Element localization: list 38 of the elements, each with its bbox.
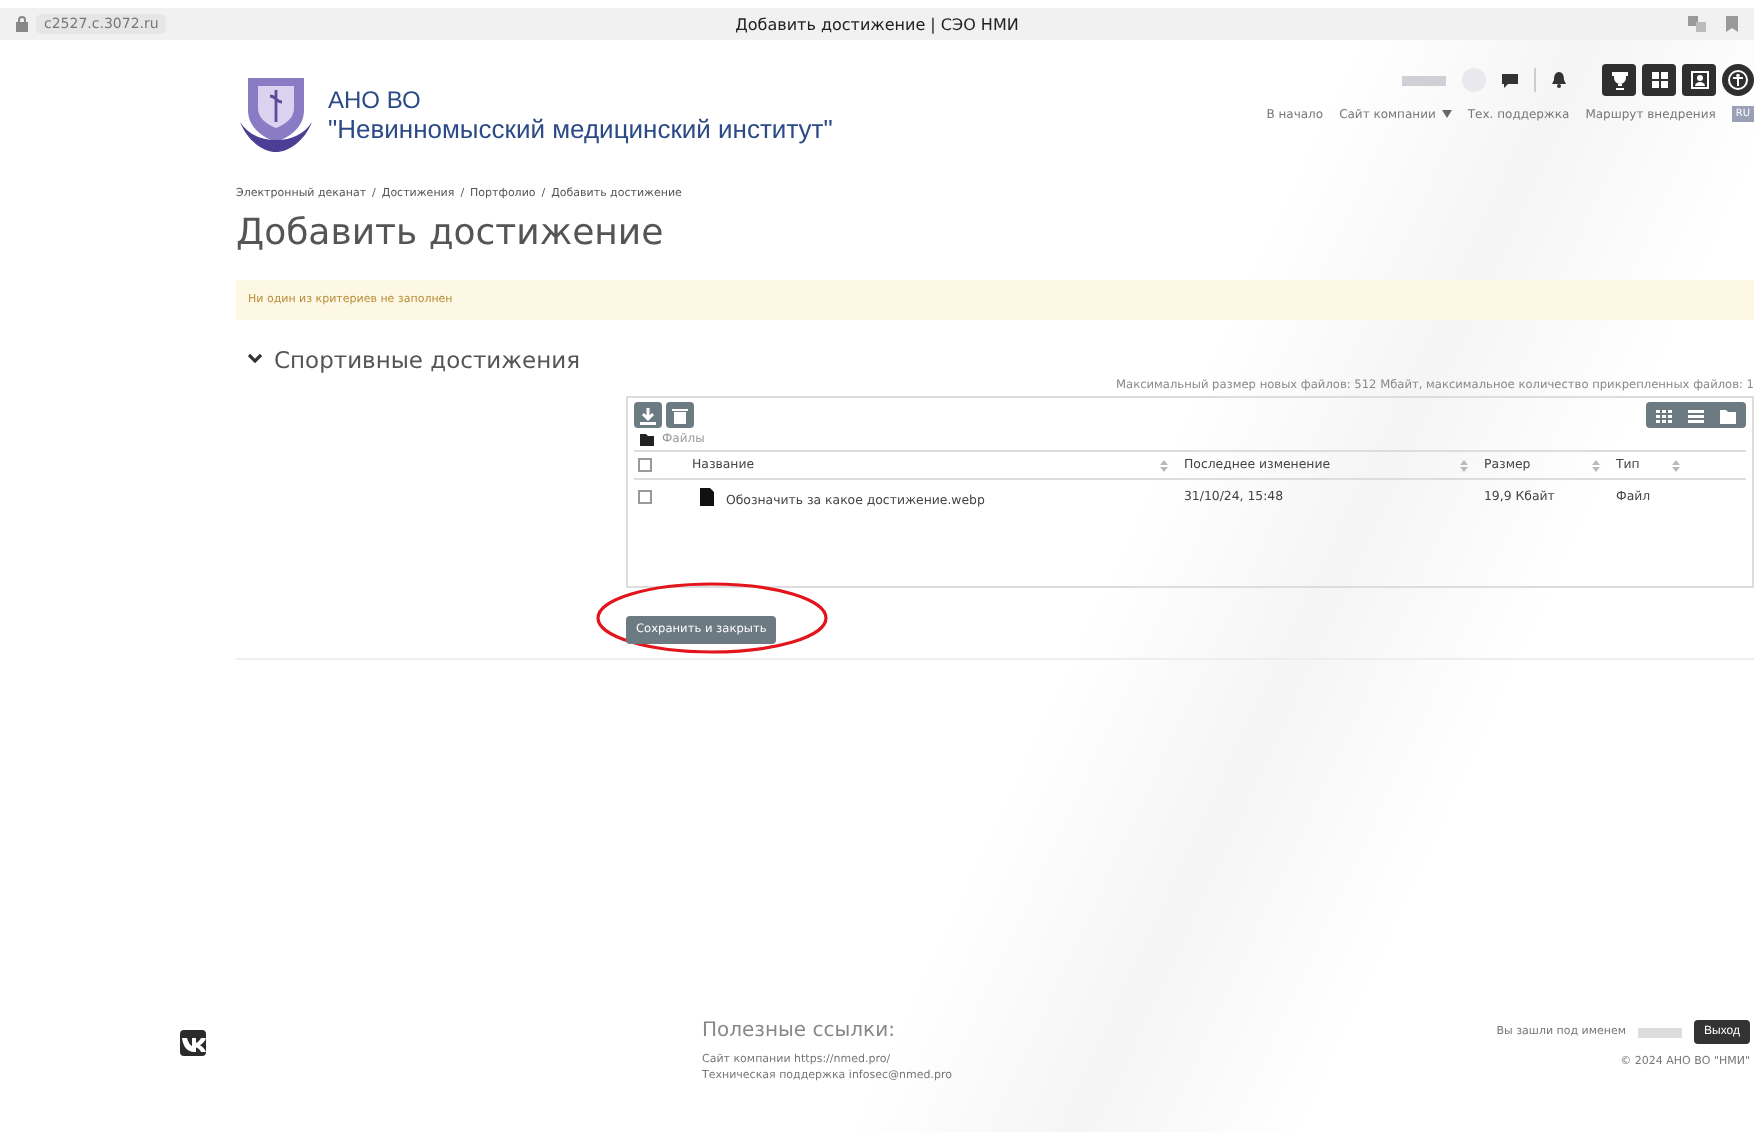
sort-icon bbox=[1460, 459, 1468, 471]
page-title: Добавить достижение bbox=[236, 212, 666, 254]
lock-icon bbox=[16, 16, 28, 32]
useful-links-heading: Полезные ссылки: bbox=[702, 1020, 897, 1042]
trophy-icon bbox=[1609, 70, 1629, 90]
person-card-button[interactable] bbox=[1682, 64, 1716, 96]
page-tab-title: Добавить достижение | СЭО НМИ bbox=[733, 15, 1021, 33]
accessibility-icon bbox=[1728, 70, 1748, 90]
section-toggle[interactable]: Спортивные достижения bbox=[236, 345, 580, 373]
grid-button[interactable] bbox=[1642, 64, 1676, 96]
grid-icon bbox=[1649, 70, 1669, 90]
sort-icon bbox=[1160, 459, 1168, 471]
trophy-button[interactable] bbox=[1602, 64, 1636, 96]
user-name-blurred bbox=[1402, 75, 1446, 85]
user-name-blurred bbox=[1638, 1027, 1683, 1037]
bookmark-icon bbox=[1726, 16, 1738, 32]
sort-icon bbox=[1672, 459, 1680, 471]
accessibility-button[interactable] bbox=[1722, 64, 1754, 96]
folder-icon bbox=[1718, 405, 1738, 425]
download-icon bbox=[638, 405, 658, 425]
select-all-checkbox[interactable] bbox=[638, 458, 652, 472]
file-icon bbox=[700, 488, 714, 506]
person-card-icon bbox=[1689, 70, 1709, 90]
download-button[interactable] bbox=[634, 402, 662, 428]
shield-emblem-icon bbox=[236, 74, 316, 154]
folder-icon bbox=[640, 433, 654, 445]
row-checkbox[interactable] bbox=[638, 490, 652, 504]
institute-name: "Невинномысский медицинский институт" bbox=[328, 113, 833, 143]
bell-icon bbox=[1552, 72, 1566, 88]
chat-icon bbox=[1502, 73, 1518, 87]
organization-name: АНО ВО bbox=[328, 85, 423, 113]
grid-view-icon bbox=[1654, 405, 1674, 425]
caret-icon bbox=[1441, 110, 1452, 118]
sort-icon bbox=[1592, 459, 1600, 471]
trash-button[interactable] bbox=[666, 402, 694, 428]
trash-icon bbox=[670, 405, 690, 425]
list-view-icon bbox=[1686, 405, 1706, 425]
social-link[interactable] bbox=[180, 1030, 206, 1056]
